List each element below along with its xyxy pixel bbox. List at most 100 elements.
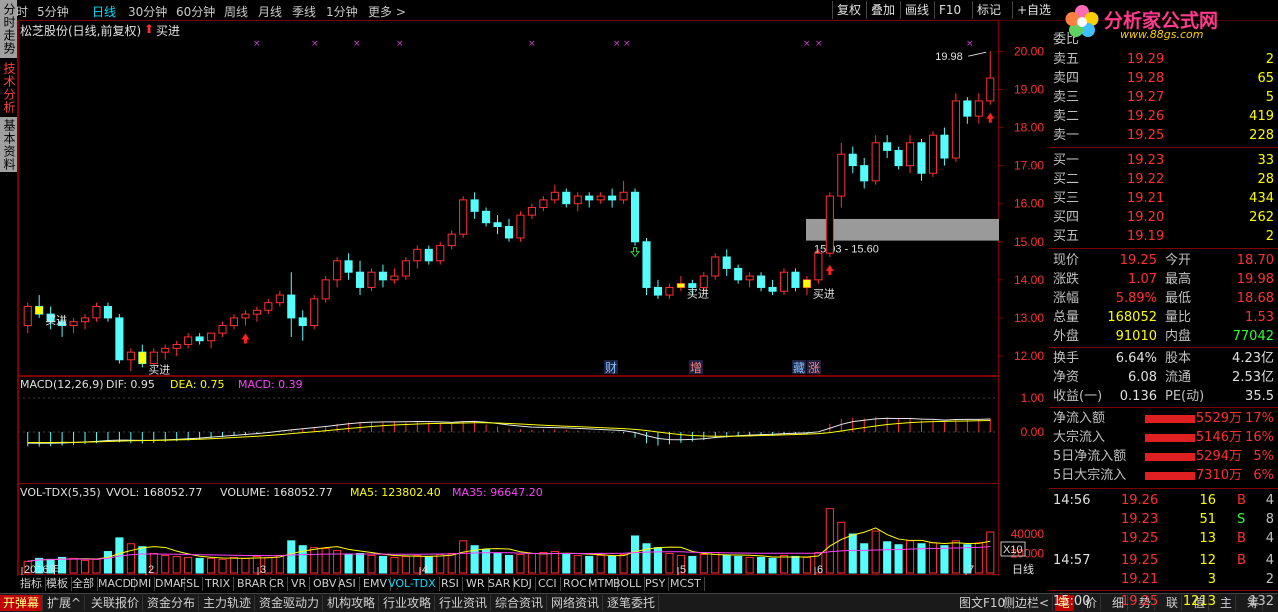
date-axis-right[interactable]: 日线	[1012, 562, 1034, 576]
buy-signal-candle	[35, 306, 43, 315]
period-tab[interactable]: 季线	[292, 3, 316, 20]
bottom-tab[interactable]: 网络资讯	[548, 595, 604, 611]
indicator-tab[interactable]: 全部	[69, 577, 98, 591]
indicator-tab[interactable]: DMI	[127, 577, 156, 591]
candle	[264, 302, 273, 311]
vol-ma35: MA35: 96647.20	[452, 486, 543, 499]
indicator-tab[interactable]: 模板	[43, 577, 72, 591]
quote-label: 涨跌	[1053, 272, 1080, 287]
indicator-tab[interactable]: FSL	[177, 577, 204, 591]
bottom-tab[interactable]: 机构攻略	[324, 595, 380, 611]
bottom-tab[interactable]: 资金驱动力	[256, 595, 324, 611]
indicator-tab[interactable]: CCI	[535, 577, 561, 591]
volume-bar	[184, 556, 193, 574]
ask-row: 卖三 19.27 5	[1049, 88, 1278, 107]
event-mark[interactable]: 藏	[793, 361, 805, 375]
bottom-tab[interactable]: 逐笔委托	[604, 595, 660, 611]
tick-count: 2	[1265, 572, 1274, 587]
tick-volume: 13	[1199, 531, 1216, 546]
bottom-tab[interactable]: 资金分布	[144, 595, 200, 611]
candle	[207, 332, 216, 342]
buy-signal-candle	[803, 279, 811, 288]
quote-label: 现价	[1053, 253, 1080, 268]
bottom-tab[interactable]: 扩展^	[44, 595, 86, 611]
tab-fundamentals[interactable]: 基本资料	[0, 117, 17, 172]
toolbar-button[interactable]: 复权	[832, 1, 865, 19]
candle	[218, 325, 227, 334]
watermark-logo: 分析家公式网 www.88gs.com	[1062, 2, 1276, 42]
bid-price: 19.19	[1127, 229, 1165, 244]
candle	[367, 271, 376, 288]
title-buy-arrow: ⬆	[144, 22, 155, 36]
indicator-tab[interactable]: TRIX	[202, 577, 235, 591]
event-mark[interactable]: 涨	[808, 360, 820, 375]
event-mark[interactable]: 增	[690, 361, 702, 375]
indicator-tab[interactable]: RSI	[438, 577, 463, 591]
period-tab[interactable]: 30分钟	[128, 3, 167, 20]
bottom-tab[interactable]: 主力轨迹	[200, 595, 256, 611]
candle	[115, 317, 124, 361]
high-label: 19.98	[935, 51, 963, 63]
tab-intraday[interactable]: 分时走势	[0, 0, 17, 58]
toolbar-button[interactable]: 叠加	[866, 1, 899, 19]
period-tab[interactable]: 日线	[92, 3, 116, 20]
toolbar-button[interactable]: 标记	[972, 1, 1005, 19]
volume-bar	[596, 554, 605, 574]
bottom-tab[interactable]: 开弹幕	[0, 595, 44, 611]
volume-bar	[825, 508, 834, 574]
indicator-tab[interactable]: CR	[266, 577, 289, 591]
period-tab[interactable]: 1分钟	[326, 3, 358, 20]
indicator-tab[interactable]: 指标	[17, 577, 46, 591]
ask-volume: 65	[1257, 71, 1274, 86]
candle	[917, 142, 926, 174]
ask-label: 卖四	[1053, 71, 1080, 86]
macd-axis-label: 1.00	[1021, 391, 1045, 405]
indicator-tab[interactable]: ASI	[335, 577, 360, 591]
bottom-right-tab[interactable]: 侧边栏<	[1000, 595, 1054, 611]
indicator-tab[interactable]: VOL-TDX	[385, 577, 440, 591]
indicator-tab[interactable]: KDJ	[510, 577, 536, 591]
period-tab[interactable]: 60分钟	[176, 3, 215, 20]
bid-price: 19.22	[1127, 172, 1165, 187]
toolbar-button[interactable]: 画线	[900, 1, 933, 19]
candle	[92, 305, 101, 319]
ask-volume: 2	[1265, 52, 1274, 67]
ask-volume: 419	[1249, 109, 1274, 124]
bottom-tab[interactable]: 综合资讯	[492, 595, 548, 611]
up-arrow-icon	[825, 264, 834, 275]
tick-row: 19.23 51 S 8	[1049, 510, 1278, 529]
tick-price: 19.21	[1121, 572, 1159, 587]
indicator-tab[interactable]: VR	[288, 577, 311, 591]
bottom-tab[interactable]: 行业资讯	[436, 595, 492, 611]
quote-value: 168052	[1107, 310, 1157, 325]
candle	[355, 271, 365, 288]
indicator-tab[interactable]: BOLL	[610, 577, 646, 591]
volume-bar	[711, 552, 720, 574]
period-tab[interactable]: 周线	[224, 3, 248, 20]
event-mark[interactable]: 财	[605, 361, 617, 375]
bottom-tab[interactable]: 关联报价	[88, 595, 144, 611]
indicator-tab[interactable]: PSY	[642, 577, 670, 591]
bottom-tab[interactable]: 行业攻略	[380, 595, 436, 611]
quote-label: 量比	[1165, 310, 1192, 325]
candle	[768, 286, 777, 292]
ask-price: 19.26	[1127, 109, 1165, 124]
flow-bar	[1145, 415, 1195, 423]
tab-technical-analysis[interactable]: 技术分析	[0, 60, 17, 115]
indicator-tab[interactable]: MCST	[667, 577, 705, 591]
ask-label: 卖五	[1053, 52, 1080, 67]
price-axis-label: 12.00	[1014, 349, 1044, 363]
bid-volume: 33	[1257, 153, 1274, 168]
candle	[894, 149, 903, 167]
period-tab[interactable]: 5分钟	[37, 3, 69, 20]
ask-row: 卖一 19.25 228	[1049, 126, 1278, 145]
toolbar-button[interactable]: F10	[934, 1, 965, 19]
candle	[149, 351, 158, 365]
volume-bar	[355, 553, 365, 574]
volume-bar	[791, 555, 800, 574]
volume-bar	[447, 553, 456, 574]
toolbar-button[interactable]: +自选	[1012, 1, 1055, 19]
volume-bar	[126, 543, 135, 574]
period-tab[interactable]: 月线	[258, 3, 282, 20]
period-tab[interactable]: 更多 >	[368, 3, 406, 20]
